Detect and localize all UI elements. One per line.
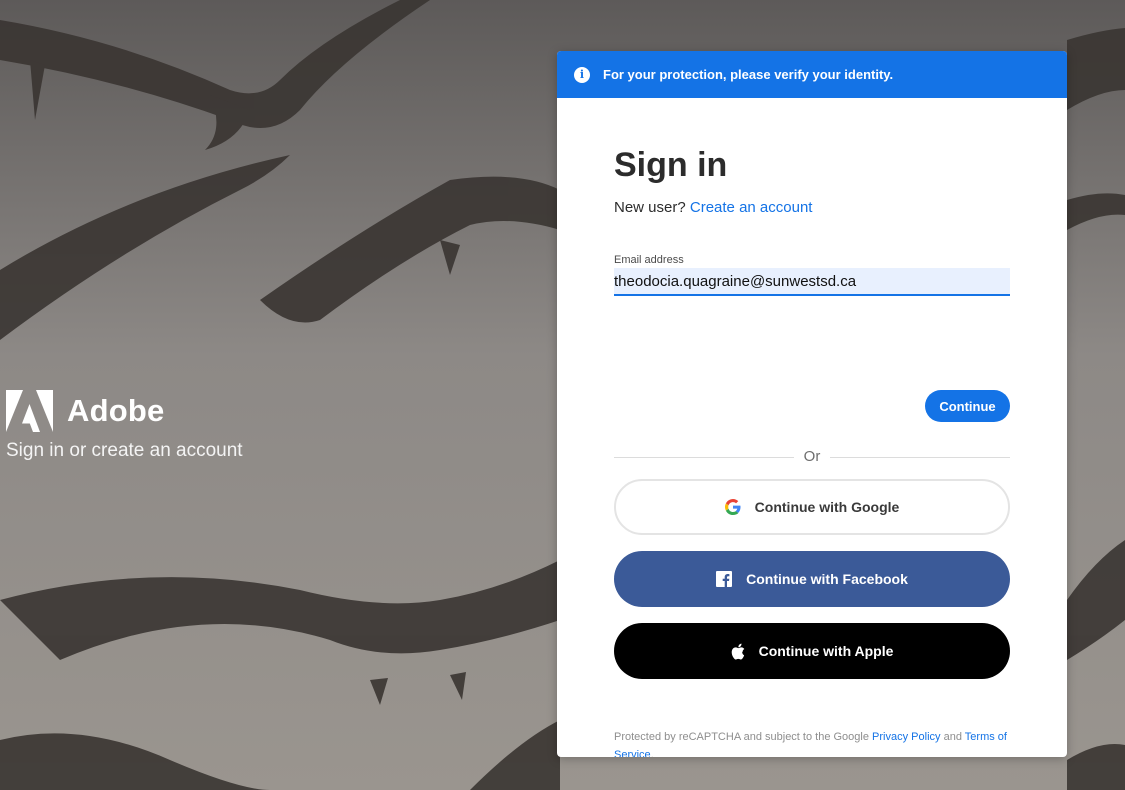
brand-row: Adobe	[6, 390, 243, 432]
google-button-label: Continue with Google	[754, 499, 900, 515]
facebook-icon	[716, 571, 733, 587]
apple-icon	[731, 643, 745, 660]
divider-line-right	[830, 457, 1010, 458]
new-user-text: New user?	[614, 199, 686, 216]
page-title: Sign in	[614, 146, 728, 184]
continue-with-apple-button[interactable]: Continue with Apple	[614, 623, 1010, 679]
apple-button-label: Continue with Apple	[758, 643, 894, 659]
continue-with-google-button[interactable]: Continue with Google	[614, 479, 1010, 535]
create-account-link[interactable]: Create an account	[690, 199, 813, 216]
legal-prefix: Protected by reCAPTCHA and subject to th…	[614, 731, 869, 743]
verification-notice-banner: i For your protection, please verify you…	[557, 51, 1067, 98]
continue-button[interactable]: Continue	[925, 390, 1010, 422]
facebook-button-label: Continue with Facebook	[746, 571, 908, 587]
continue-with-facebook-button[interactable]: Continue with Facebook	[614, 551, 1010, 607]
email-field[interactable]	[614, 268, 1010, 296]
adobe-logo-icon	[6, 390, 53, 432]
info-icon: i	[574, 66, 590, 83]
legal-and: and	[943, 731, 962, 743]
brand-tagline: Sign in or create an account	[6, 440, 243, 461]
brand-name: Adobe	[67, 393, 165, 428]
or-divider: Or	[614, 448, 1010, 468]
new-user-row: New user? Create an account	[614, 199, 812, 216]
brand-block: Adobe Sign in or create an account	[6, 390, 243, 462]
recaptcha-legal-text: Protected by reCAPTCHA and subject to th…	[614, 728, 1010, 757]
google-icon	[724, 499, 741, 515]
privacy-policy-link[interactable]: Privacy Policy	[872, 731, 940, 743]
legal-suffix: .	[650, 749, 654, 757]
email-label: Email address	[614, 254, 684, 266]
signin-panel: i For your protection, please verify you…	[557, 51, 1067, 757]
notice-text: For your protection, please verify your …	[603, 67, 894, 82]
